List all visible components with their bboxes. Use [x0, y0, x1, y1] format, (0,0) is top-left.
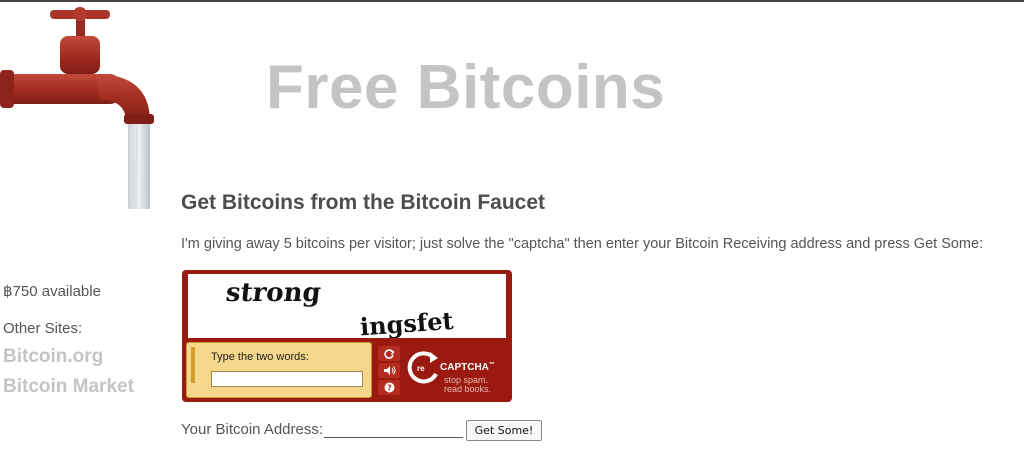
recaptcha-name: CAPTCHA™	[440, 362, 495, 373]
audio-button[interactable]	[378, 363, 400, 378]
faucet-icon	[0, 7, 154, 209]
arrow-icon	[191, 347, 195, 383]
top-border	[0, 0, 1024, 2]
address-label: Your Bitcoin Address:	[181, 421, 324, 438]
captcha-word-2: ingsfet	[359, 306, 454, 338]
recaptcha-prefix: re	[417, 364, 425, 373]
site-title: Free Bitcoins	[266, 53, 666, 122]
reload-icon	[384, 348, 395, 359]
audio-icon	[383, 366, 395, 375]
link-bitcoin-org[interactable]: Bitcoin.org	[3, 346, 103, 368]
recaptcha-branding: re CAPTCHA™ stop spam. read books.	[406, 346, 506, 396]
intro-text: I'm giving away 5 bitcoins per visitor; …	[181, 236, 984, 252]
get-some-button[interactable]: Get Some!	[466, 420, 542, 441]
captcha-image: strong ingsfet	[188, 274, 506, 338]
captcha-word-1: strong	[224, 278, 322, 308]
help-icon: ?	[384, 382, 394, 393]
reload-button[interactable]	[378, 346, 400, 361]
bitcoin-address-input[interactable]	[324, 420, 463, 438]
recaptcha-widget: strong ingsfet Type the two words: ? re …	[182, 270, 512, 402]
answer-panel: Type the two words:	[186, 342, 372, 398]
recaptcha-name-text: CAPTCHA	[440, 362, 489, 373]
page-heading: Get Bitcoins from the Bitcoin Faucet	[181, 191, 546, 214]
captcha-answer-input[interactable]	[211, 371, 363, 387]
link-bitcoin-market[interactable]: Bitcoin Market	[3, 376, 134, 398]
recaptcha-tagline: stop spam. read books.	[444, 376, 504, 394]
other-sites-label: Other Sites:	[3, 320, 83, 337]
tagline-line-2: read books.	[444, 384, 492, 394]
help-button[interactable]: ?	[378, 380, 400, 395]
recaptcha-logo-icon: re	[407, 351, 438, 384]
captcha-prompt: Type the two words:	[211, 351, 309, 363]
svg-text:?: ?	[387, 384, 392, 393]
available-balance: ฿750 available	[3, 283, 101, 300]
